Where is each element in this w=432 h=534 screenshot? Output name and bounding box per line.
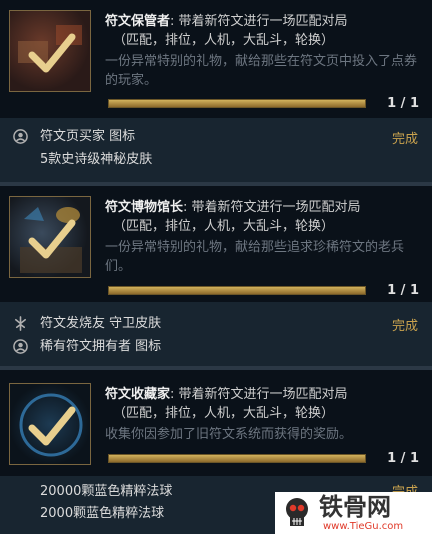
skull-logo-icon xyxy=(286,498,308,526)
quest-title: 符文收藏家: 带着新符文进行一场匹配对局 （匹配，排位，人机，大乱斗，轮换） xyxy=(105,385,423,423)
progress-fill xyxy=(109,287,365,294)
quest-name: 符文保管者 xyxy=(105,14,171,29)
progress-bar xyxy=(108,99,366,108)
quest-description: 一份异常特别的礼物，献给那些追求珍稀符文的老兵们。 xyxy=(105,240,405,274)
quest-modes: （匹配，排位，人机，大乱斗，轮换） xyxy=(113,33,335,48)
quest-name: 符文收藏家 xyxy=(105,387,171,402)
progress-bar xyxy=(108,286,366,295)
watermark-name: 铁骨网 xyxy=(319,493,391,521)
quest-modes: （匹配，排位，人机，大乱斗，轮换） xyxy=(113,406,335,421)
reward-label: 2000颗蓝色精粹法球 xyxy=(40,506,165,521)
progress-count: 1 / 1 xyxy=(387,451,419,466)
progress-fill xyxy=(109,100,365,107)
quest-thumbnail xyxy=(9,10,91,92)
watermark-url: www.TieGu.com xyxy=(323,521,404,532)
champion-skin-icon xyxy=(15,316,26,331)
user-circle-icon xyxy=(13,129,28,144)
reward-label: 符文发烧友 守卫皮肤 xyxy=(40,316,162,331)
quest-thumbnail xyxy=(9,196,91,278)
reward-label: 符文页买家 图标 xyxy=(40,129,136,144)
rewards-panel xyxy=(0,302,432,366)
quest-description: 收集你因参加了旧符文系统而获得的奖励。 xyxy=(105,427,353,442)
quest-title: 符文保管者: 带着新符文进行一场匹配对局 （匹配，排位，人机，大乱斗，轮换） xyxy=(105,12,423,50)
reward-label: 20000颗蓝色精粹法球 xyxy=(40,484,173,499)
quest-modes: （匹配，排位，人机，大乱斗，轮换） xyxy=(113,219,335,234)
quest-thumbnail xyxy=(9,383,91,465)
checkmark-icon xyxy=(18,25,82,73)
progress-fill xyxy=(109,455,365,462)
quest-title: 符文博物馆长: 带着新符文进行一场匹配对局 （匹配，排位，人机，大乱斗，轮换） xyxy=(105,198,423,236)
quest-objective: : 带着新符文进行一场匹配对局 xyxy=(170,387,348,402)
reward-label: 5款史诗级神秘皮肤 xyxy=(40,152,153,167)
watermark: 铁骨网 www.TieGu.com xyxy=(275,492,432,534)
reward-label: 稀有符文拥有者 图标 xyxy=(40,339,162,354)
status-badge: 完成 xyxy=(391,319,418,334)
quest-objective: : 带着新符文进行一场匹配对局 xyxy=(170,14,348,29)
progress-bar xyxy=(108,454,366,463)
quest-name: 符文博物馆长 xyxy=(105,200,184,215)
quest-objective: : 带着新符文进行一场匹配对局 xyxy=(183,200,361,215)
quest-description: 一份异常特别的礼物，献给那些在符文页中投入了点券的玩家。 xyxy=(105,54,418,88)
checkmark-icon xyxy=(19,393,83,457)
progress-count: 1 / 1 xyxy=(387,96,419,111)
user-circle-icon xyxy=(13,339,28,354)
status-badge: 完成 xyxy=(391,132,418,147)
checkmark-icon xyxy=(20,207,82,273)
progress-count: 1 / 1 xyxy=(387,283,419,298)
